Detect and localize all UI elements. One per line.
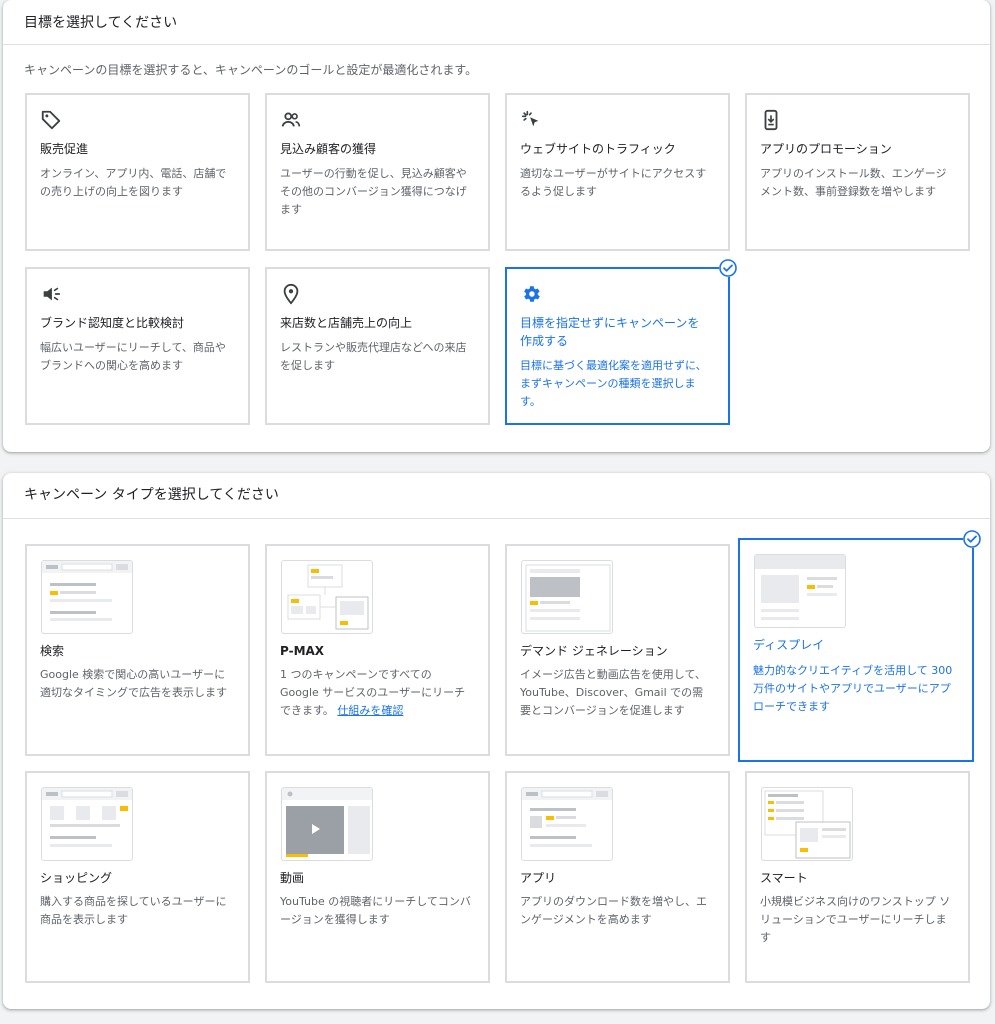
goal-card-store-visits[interactable]: 来店数と店舗売上の向上 レストランや販売代理店などへの来店を促します [265, 267, 490, 425]
goal-card-title: 販売促進 [40, 142, 89, 156]
app-thumbnail-icon [521, 787, 613, 861]
type-card-description: 購入する商品を探しているユーザーに商品を表示します [40, 895, 227, 926]
type-card-display[interactable]: ディスプレイ 魅力的なクリエイティブを活用して 300 万件のサイトやアプリでユ… [738, 538, 974, 762]
goal-card-title: 来店数と店舗売上の向上 [280, 316, 413, 330]
goal-card-description: アプリのインストール数、エンゲージメント数、事前登録数を増やします [760, 167, 947, 198]
campaign-type-panel: キャンペーン タイプを選択してください 検索 Google 検索で関心の高いユー… [3, 473, 990, 1009]
goal-card-brand-awareness[interactable]: ブランド認知度と比較検討 幅広いユーザーにリーチして、商品やブランドへの関心を高… [25, 267, 250, 425]
type-card-title: 動画 [280, 871, 305, 885]
gear-icon [520, 283, 542, 305]
type-card-title: デマンド ジェネレーション [520, 644, 668, 658]
goal-card-no-goal[interactable]: 目標を指定せずにキャンペーンを作成する 目標に基づく最適化案を適用せずに、まずキ… [505, 267, 730, 425]
type-section-title: キャンペーン タイプを選択してください [24, 487, 279, 503]
goal-card-description: ユーザーの行動を促し、見込み顧客やその他のコンバージョン獲得につなげます [280, 167, 467, 216]
shopping-thumbnail-icon [41, 787, 133, 861]
people-icon [280, 109, 302, 131]
type-card-search[interactable]: 検索 Google 検索で関心の高いユーザーに適切なタイミングで広告を表示します [25, 544, 250, 756]
type-card-description: Google 検索で関心の高いユーザーに適切なタイミングで広告を表示します [40, 668, 227, 699]
type-card-smart[interactable]: スマート 小規模ビジネス向けのワンストップ ソリューションでユーザーにリーチしま… [745, 771, 970, 983]
goal-card-title: ウェブサイトのトラフィック [520, 142, 676, 156]
megaphone-icon [40, 283, 62, 305]
goal-card-sales[interactable]: 販売促進 オンライン、アプリ内、電話、店舗での売り上げの向上を図ります [25, 93, 250, 251]
goal-card-description: レストランや販売代理店などへの来店を促します [280, 341, 467, 372]
goal-card-leads[interactable]: 見込み顧客の獲得 ユーザーの行動を促し、見込み顧客やその他のコンバージョン獲得に… [265, 93, 490, 251]
cursor-click-icon [520, 109, 542, 131]
type-card-description: 1 つのキャンペーンですべての Google サービスのユーザーにリーチできます… [280, 666, 474, 720]
video-thumbnail-icon [281, 787, 373, 861]
tag-icon [40, 109, 62, 131]
type-card-description: イメージ広告と動画広告を使用して、YouTube、Discover、Gmail … [520, 668, 706, 717]
location-pin-icon [280, 283, 302, 305]
selected-check-icon [963, 530, 981, 548]
goal-card-description: 目標に基づく最適化案を適用せずに、まずキャンペーンの種類を選択します。 [520, 359, 707, 408]
type-card-app[interactable]: アプリ アプリのダウンロード数を増やし、エンゲージメントを高めます [505, 771, 730, 983]
type-card-title: アプリ [520, 871, 557, 885]
selected-check-icon [719, 259, 737, 277]
goal-section-title: 目標を選択してください [24, 15, 178, 31]
search-thumbnail-icon [41, 560, 133, 634]
goal-card-description: オンライン、アプリ内、電話、店舗での売り上げの向上を図ります [40, 167, 227, 198]
divider [3, 518, 990, 519]
goal-card-app-promotion[interactable]: アプリのプロモーション アプリのインストール数、エンゲージメント数、事前登録数を… [745, 93, 970, 251]
goal-card-description: 適切なユーザーがサイトにアクセスするよう促します [520, 167, 707, 198]
type-card-title: 検索 [40, 644, 65, 658]
pmax-thumbnail-icon [281, 560, 373, 634]
type-card-title: ショッピング [40, 871, 113, 885]
type-card-demand-gen[interactable]: デマンド ジェネレーション イメージ広告と動画広告を使用して、YouTube、D… [505, 544, 730, 756]
goal-card-title: ブランド認知度と比較検討 [40, 316, 185, 330]
type-card-shopping[interactable]: ショッピング 購入する商品を探しているユーザーに商品を表示します [25, 771, 250, 983]
goal-card-title: 目標を指定せずにキャンペーンを作成する [520, 316, 700, 348]
goal-card-website-traffic[interactable]: ウェブサイトのトラフィック 適切なユーザーがサイトにアクセスするよう促します [505, 93, 730, 251]
phone-download-icon [760, 109, 782, 131]
goal-card-description: 幅広いユーザーにリーチして、商品やブランドへの関心を高めます [40, 341, 226, 372]
smart-thumbnail-icon [761, 787, 853, 861]
demand-gen-thumbnail-icon [521, 560, 613, 634]
type-card-description: YouTube の視聴者にリーチしてコンバージョンを獲得します [280, 895, 471, 926]
learn-more-link[interactable]: 仕組みを確認 [337, 704, 403, 717]
type-card-description: 魅力的なクリエイティブを活用して 300 万件のサイトやアプリでユーザーにアプロ… [753, 664, 953, 713]
type-card-title: P-MAX [280, 644, 325, 658]
goal-selection-panel: 目標を選択してください キャンペーンの目標を選択すると、キャンペーンのゴールと設… [3, 0, 990, 452]
goal-card-title: 見込み顧客の獲得 [280, 142, 377, 156]
goal-section-description: キャンペーンの目標を選択すると、キャンペーンのゴールと設定が最適化されます。 [24, 63, 478, 77]
divider [3, 44, 990, 45]
type-card-title: スマート [760, 871, 808, 885]
goal-card-title: アプリのプロモーション [760, 142, 892, 156]
type-card-description: 小規模ビジネス向けのワンストップ ソリューションでユーザーにリーチします [760, 895, 951, 944]
type-card-video[interactable]: 動画 YouTube の視聴者にリーチしてコンバージョンを獲得します [265, 771, 490, 983]
display-thumbnail-icon [754, 554, 846, 628]
type-card-pmax[interactable]: P-MAX 1 つのキャンペーンですべての Google サービスのユーザーにリ… [265, 544, 490, 756]
type-card-description: アプリのダウンロード数を増やし、エンゲージメントを高めます [520, 895, 707, 926]
type-card-title: ディスプレイ [753, 638, 825, 652]
